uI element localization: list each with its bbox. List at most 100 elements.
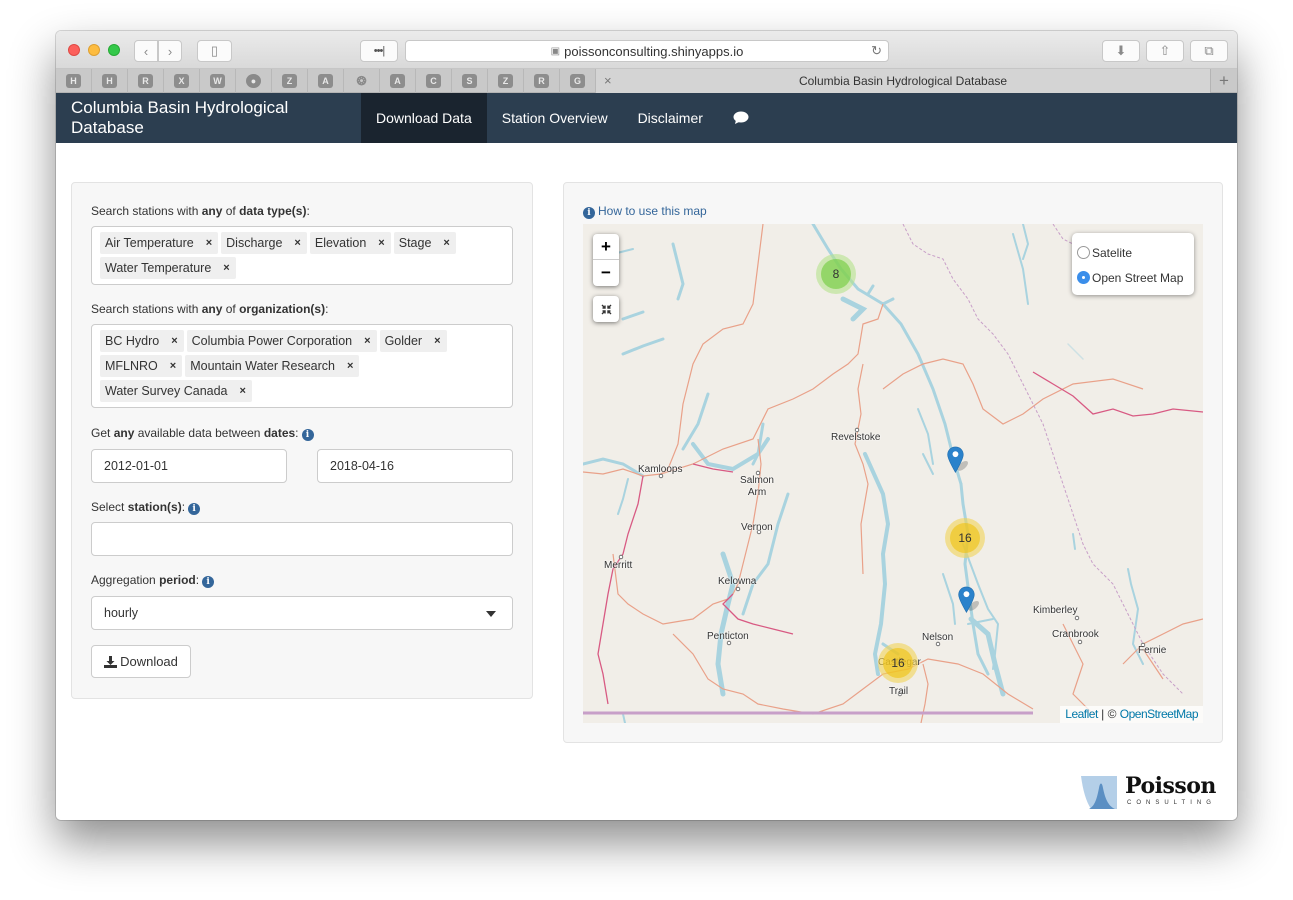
layer-control: Satelite Open Street Map: [1072, 233, 1194, 295]
favorite-tab[interactable]: H: [56, 69, 92, 93]
page-content: Search stations with any of data type(s)…: [56, 143, 1237, 820]
station-cluster[interactable]: 16: [945, 518, 985, 558]
downloads-button[interactable]: ⬇: [1102, 40, 1140, 62]
remove-tag-icon[interactable]: ×: [223, 262, 229, 274]
show-tabs-button[interactable]: ⧉: [1190, 40, 1228, 62]
data-type-label: Search stations with any of data type(s)…: [91, 204, 310, 218]
window-close-button[interactable]: [68, 44, 80, 56]
layer-option-osm[interactable]: Open Street Map: [1077, 265, 1194, 290]
reload-icon[interactable]: ↻: [871, 43, 882, 59]
remove-tag-icon[interactable]: ×: [240, 385, 246, 397]
favicon-h: H: [66, 74, 81, 88]
app-brand[interactable]: Columbia Basin Hydrological Database: [56, 93, 361, 143]
map-help-link[interactable]: i How to use this map: [583, 204, 707, 219]
city-label: Merritt: [604, 560, 633, 571]
remove-tag-icon[interactable]: ×: [171, 335, 177, 347]
favicon-w: W: [210, 74, 225, 88]
cluster-count: 8: [821, 259, 851, 289]
station-marker[interactable]: [958, 580, 984, 620]
favorite-tab[interactable]: A: [380, 69, 416, 93]
favorite-tab[interactable]: A: [308, 69, 344, 93]
remove-tag-icon[interactable]: ×: [378, 237, 384, 249]
favicon-a: A: [390, 74, 405, 88]
start-date-input[interactable]: 2012-01-01: [91, 449, 287, 483]
forward-button[interactable]: ›: [158, 40, 182, 62]
lock-icon: ▣: [550, 45, 561, 57]
tab-download-data[interactable]: Download Data: [361, 93, 487, 143]
remove-tag-icon[interactable]: ×: [170, 360, 176, 372]
favorite-tab[interactable]: R: [524, 69, 560, 93]
plus-icon: +: [1219, 71, 1229, 90]
caret-down-icon: [486, 611, 496, 617]
end-date-input[interactable]: 2018-04-16: [317, 449, 513, 483]
selected-tag: Elevation ×: [309, 232, 391, 254]
filter-panel: Search stations with any of data type(s)…: [71, 182, 533, 699]
radio-button[interactable]: [1077, 246, 1090, 259]
favorite-tab[interactable]: W: [200, 69, 236, 93]
zoom-in-button[interactable]: +: [593, 234, 619, 260]
close-tab-icon[interactable]: ×: [604, 73, 612, 88]
remove-tag-icon[interactable]: ×: [364, 335, 370, 347]
leaflet-link[interactable]: Leaflet: [1065, 707, 1098, 721]
favorite-tab[interactable]: ❂: [344, 69, 380, 93]
city-label: Fernie: [1138, 645, 1167, 656]
favorite-tab[interactable]: Z: [272, 69, 308, 93]
window-minimize-button[interactable]: [88, 44, 100, 56]
favorite-tab[interactable]: H: [92, 69, 128, 93]
station-marker[interactable]: [947, 440, 973, 480]
favicon-s: S: [462, 74, 477, 88]
tab-disclaimer[interactable]: Disclaimer: [623, 93, 718, 143]
favorite-tab[interactable]: R: [128, 69, 164, 93]
favorite-tab[interactable]: Z: [488, 69, 524, 93]
info-icon[interactable]: i: [301, 429, 314, 441]
info-icon[interactable]: i: [188, 503, 201, 515]
station-select[interactable]: [91, 522, 513, 556]
station-map[interactable]: Revelstoke Kamloops Salmon Arm Vernon Me…: [583, 224, 1203, 723]
address-bar[interactable]: ▣ poissonconsulting.shinyapps.io ↻: [405, 40, 889, 62]
remove-tag-icon[interactable]: ×: [347, 360, 353, 372]
station-cluster[interactable]: 16: [878, 643, 918, 683]
favorite-tab[interactable]: S: [452, 69, 488, 93]
info-icon[interactable]: i: [202, 576, 215, 588]
organization-select[interactable]: BC Hydro × Columbia Power Corporation × Go…: [91, 324, 513, 408]
favicon-r: R: [534, 74, 549, 88]
aggregation-label: Aggregation period: i: [91, 573, 215, 588]
radio-button-selected[interactable]: [1077, 271, 1090, 284]
selected-tag: Columbia Power Corporation ×: [186, 330, 377, 352]
favicon-h: H: [102, 74, 117, 88]
station-cluster[interactable]: 8: [816, 254, 856, 294]
sidebar-toggle-button[interactable]: ▯: [197, 40, 232, 62]
logo-name: Poisson: [1125, 773, 1216, 799]
extensions-button[interactable]: •••|: [360, 40, 398, 62]
favorite-tab[interactable]: ●: [236, 69, 272, 93]
download-button[interactable]: Download: [91, 645, 191, 678]
favorite-tab[interactable]: G: [560, 69, 596, 93]
favicon-a: A: [318, 74, 333, 88]
layer-option-satellite[interactable]: Satelite: [1077, 240, 1194, 265]
cluster-count: 16: [950, 523, 980, 553]
active-tab[interactable]: Columbia Basin Hydrological Database: [596, 69, 1210, 93]
favorite-tab[interactable]: C: [416, 69, 452, 93]
window-maximize-button[interactable]: [108, 44, 120, 56]
chevron-left-icon: ‹: [143, 43, 149, 59]
feedback-tab[interactable]: [718, 93, 764, 143]
back-button[interactable]: ‹: [134, 40, 158, 62]
map-panel: i How to use this map Revelstoke Kamloop…: [563, 182, 1223, 743]
remove-tag-icon[interactable]: ×: [206, 237, 212, 249]
aggregation-value: hourly: [104, 606, 139, 620]
remove-tag-icon[interactable]: ×: [294, 237, 300, 249]
favicon-c: C: [426, 74, 441, 88]
remove-tag-icon[interactable]: ×: [434, 335, 440, 347]
city-label: Salmon Arm: [740, 475, 774, 498]
reset-view-button[interactable]: [593, 296, 619, 322]
zoom-out-button[interactable]: −: [593, 260, 619, 286]
favorite-tab[interactable]: X: [164, 69, 200, 93]
tab-station-overview[interactable]: Station Overview: [487, 93, 623, 143]
new-tab-button[interactable]: +: [1210, 69, 1237, 93]
selected-tag: MFLNRO ×: [100, 355, 183, 377]
osm-link[interactable]: OpenStreetMap: [1120, 707, 1199, 721]
data-type-select[interactable]: Air Temperature × Discharge × Elevation × S…: [91, 226, 513, 285]
aggregation-select[interactable]: hourly: [91, 596, 513, 630]
remove-tag-icon[interactable]: ×: [443, 237, 449, 249]
share-button[interactable]: ⇧: [1146, 40, 1184, 62]
